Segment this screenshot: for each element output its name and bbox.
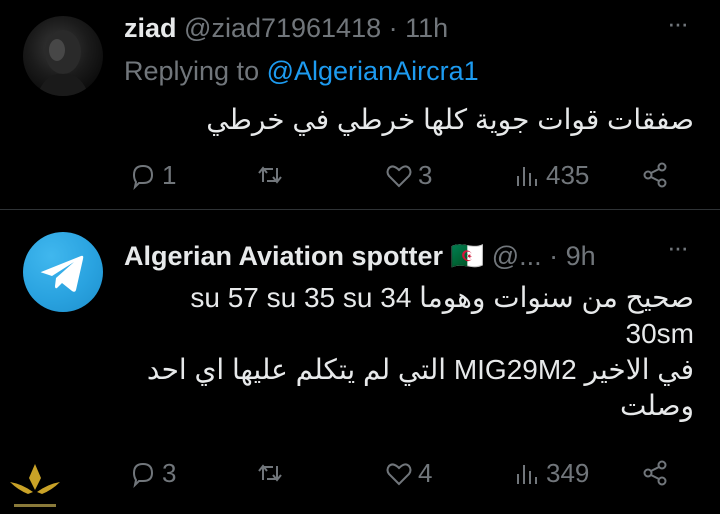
share-icon xyxy=(643,162,667,188)
user-handle[interactable]: @ziad71961418 xyxy=(184,13,381,43)
tweet-text-line: في الاخير MIG29M2 التي لم يتكلم عليها اي… xyxy=(146,354,694,385)
like-count: 4 xyxy=(418,458,433,488)
reply-button[interactable]: 3 xyxy=(128,458,176,489)
views-icon xyxy=(517,166,537,186)
tweet-text-line: وصلت xyxy=(619,390,694,421)
reply-icon xyxy=(132,462,154,488)
replying-prefix: Replying to xyxy=(124,56,260,86)
flag-emoji: 🇩🇿 xyxy=(450,241,485,271)
retweet-icon xyxy=(258,166,282,184)
retweet-button[interactable] xyxy=(255,160,285,190)
retweet-button[interactable] xyxy=(255,458,285,488)
tweet-text: صفقات قوات جوية كلها خرطي في خرطي xyxy=(206,104,694,135)
replying-handle-link[interactable]: @AlgerianAircra1 xyxy=(267,56,479,86)
more-icon[interactable]: ··· xyxy=(667,8,689,39)
tweet-text-line: صحيح من سنوات وهوما su 57 su 35 su 34 xyxy=(190,282,694,313)
like-button[interactable]: 3 xyxy=(384,160,432,191)
views-button[interactable]: 435 xyxy=(512,160,589,191)
views-count: 349 xyxy=(546,458,590,488)
reply-button[interactable]: 1 xyxy=(128,160,176,191)
like-icon xyxy=(386,462,412,485)
views-icon xyxy=(517,464,537,484)
display-name[interactable]: Algerian Aviation spotter xyxy=(124,241,443,271)
reply-count: 1 xyxy=(162,160,177,190)
timestamp[interactable]: 9h xyxy=(566,241,596,271)
like-count: 3 xyxy=(418,160,433,190)
tweet-text: صحيح من سنوات وهوما su 57 su 35 su 34 30… xyxy=(147,280,694,424)
separator-dot: · xyxy=(549,241,559,271)
like-button[interactable]: 4 xyxy=(384,458,432,489)
retweet-icon xyxy=(258,464,282,482)
separator-dot: · xyxy=(388,13,398,43)
tweet-header: Algerian Aviation spotter 🇩🇿 @... · 9h xyxy=(124,240,596,272)
reply-icon xyxy=(132,164,154,190)
tweet-header: ziad @ziad71961418 · 11h xyxy=(124,12,448,44)
user-handle[interactable]: @... xyxy=(492,241,542,271)
timestamp[interactable]: 11h xyxy=(405,13,448,43)
watermark-logo xyxy=(10,464,60,507)
like-icon xyxy=(386,164,412,187)
more-icon[interactable]: ··· xyxy=(667,232,689,263)
display-name[interactable]: ziad xyxy=(124,13,177,43)
telegram-icon xyxy=(40,255,84,292)
avatar-ziad[interactable] xyxy=(23,16,103,96)
avatar-portrait-icon xyxy=(37,30,89,96)
views-button[interactable]: 349 xyxy=(512,458,589,489)
share-button[interactable] xyxy=(640,458,670,488)
share-icon xyxy=(643,460,667,486)
tweet-ziad[interactable]: ziad @ziad71961418 · 11h ··· Replying to… xyxy=(0,0,720,210)
avatar-algerian-aviation-spotter[interactable] xyxy=(23,232,103,312)
share-button[interactable] xyxy=(640,160,670,190)
tweet-text-line: 30sm xyxy=(625,318,694,349)
reply-count: 3 xyxy=(162,458,177,488)
replying-to: Replying to @AlgerianAircra1 xyxy=(124,55,479,87)
views-count: 435 xyxy=(546,160,590,190)
